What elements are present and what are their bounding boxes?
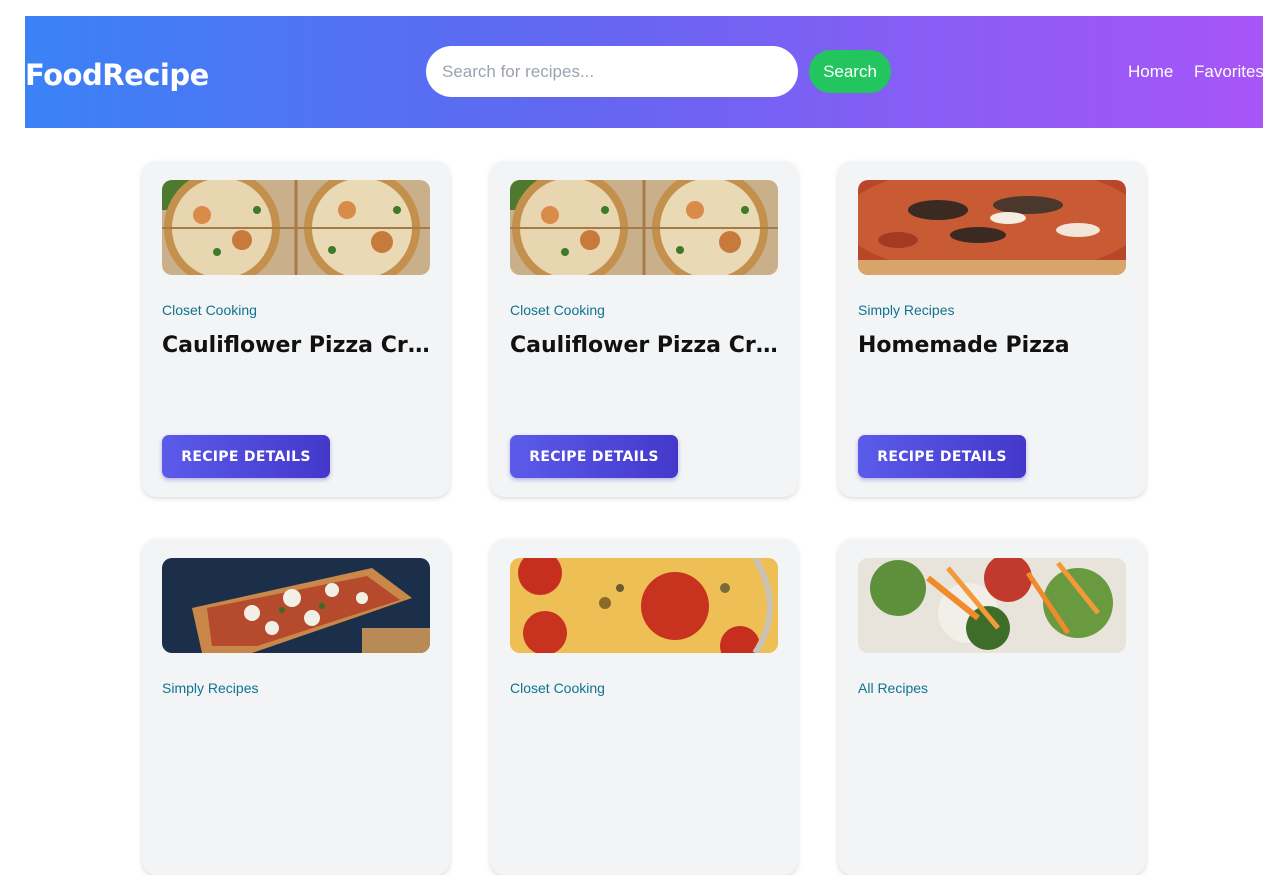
recipe-details-button[interactable]: RECIPE DETAILS — [510, 435, 678, 478]
recipe-publisher: Closet Cooking — [510, 302, 605, 318]
recipe-image-grilled-pizza[interactable] — [162, 558, 430, 653]
recipe-title: Cauliflower Pizza Crust — [162, 333, 432, 358]
recipe-publisher: Closet Cooking — [510, 680, 605, 696]
recipe-publisher: All Recipes — [858, 680, 929, 696]
recipe-publisher: Closet Cooking — [162, 302, 257, 318]
navbar: FoodRecipe Search Home Favorites — [25, 16, 1264, 128]
recipe-card: Closet Cooking — [490, 539, 798, 875]
recipe-publisher: Simply Recipes — [858, 302, 955, 318]
recipe-card: Closet Cooking Cauliflower Pizza Crust R… — [490, 161, 798, 497]
recipe-image-cauliflower-pizza[interactable] — [162, 180, 430, 275]
recipe-image-cauliflower-pizza[interactable] — [510, 180, 778, 275]
recipe-image-vegetable-salad[interactable] — [858, 558, 1126, 653]
recipe-card: Simply Recipes — [142, 539, 450, 875]
recipe-card: All Recipes — [838, 539, 1146, 875]
nav-favorites-link[interactable]: Favorites — [1194, 62, 1264, 82]
recipe-title: Homemade Pizza — [858, 333, 1070, 358]
recipe-details-button[interactable]: RECIPE DETAILS — [162, 435, 330, 478]
recipe-details-button[interactable]: RECIPE DETAILS — [858, 435, 1026, 478]
recipe-image-pepperoni-pizza[interactable] — [510, 558, 778, 653]
nav-home-link[interactable]: Home — [1128, 62, 1173, 82]
recipe-image-homemade-pizza[interactable] — [858, 180, 1126, 275]
search-input[interactable] — [426, 46, 798, 97]
search-button[interactable]: Search — [809, 50, 891, 93]
recipe-card: Simply Recipes Homemade Pizza RECIPE DET… — [838, 161, 1146, 497]
recipe-title: Cauliflower Pizza Crust — [510, 333, 780, 358]
logo[interactable]: FoodRecipe — [25, 58, 209, 92]
recipe-card: Closet Cooking Cauliflower Pizza Crust R… — [142, 161, 450, 497]
recipe-publisher: Simply Recipes — [162, 680, 259, 696]
